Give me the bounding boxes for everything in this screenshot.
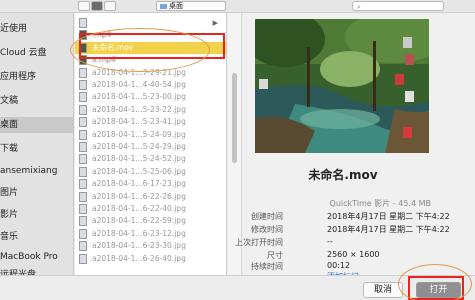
file-row[interactable]: a2018-04-1...6-22-59.jpg [75, 215, 226, 227]
sidebar-item[interactable]: 音乐 [0, 229, 73, 245]
scrollbar[interactable] [228, 13, 242, 275]
preview-kind-size: QuickTime 影片 - 45.4 MB [329, 199, 431, 208]
file-row[interactable]: a2018-04-1...5-23-00.jpg [75, 91, 226, 103]
info-label: 修改时间 [251, 225, 283, 234]
open-annotation-ring [398, 264, 472, 300]
sidebar-item[interactable]: 桌面 [0, 117, 73, 133]
image-file-icon [79, 104, 87, 115]
file-name: a2018-04-1...5-24-52.jpg [92, 154, 186, 164]
video-thumbnail [255, 19, 429, 153]
gallery-view-button[interactable] [104, 1, 116, 11]
image-file-icon [79, 92, 87, 103]
file-row[interactable]: a2018-04-1...5-24-52.jpg [75, 153, 226, 165]
file-row[interactable]: a2018-04-1...5-25-06.jpg [75, 166, 226, 178]
file-name: a2018-04-1...6-23-12.jpg [92, 228, 186, 238]
sidebar-item[interactable]: Cloud 云盘 [0, 45, 73, 61]
image-file-icon [79, 253, 87, 264]
info-label: 尺寸 [267, 251, 283, 260]
image-file-icon [79, 179, 87, 190]
annotation-ring [70, 28, 210, 72]
file-row[interactable]: a2018-04-1...5-24-29.jpg [75, 141, 226, 153]
file-name: a2018-04-1...5-23-41.jpg [92, 117, 186, 127]
file-row[interactable]: a2018-04-1...6-23-12.jpg [75, 228, 226, 240]
file-row[interactable]: a2018-04-1...5-24-09.jpg [75, 129, 226, 141]
file-row[interactable]: a2018-04-1...6-23-30.jpg [75, 240, 226, 252]
file-name: a2018-04-1...6-23-30.jpg [92, 241, 186, 251]
cancel-button[interactable]: 取消 [363, 282, 403, 298]
file-row[interactable]: a2018-04-1...5-23-22.jpg [75, 104, 226, 116]
search-icon: ⌕ [357, 3, 361, 11]
file-name: a2018-04-1...6-22-40.jpg [92, 204, 186, 213]
file-name: a2018-04-1...6-22-26.jpg [92, 191, 186, 201]
image-file-icon [79, 166, 87, 177]
sidebar-item[interactable]: 下载 [0, 141, 73, 157]
sidebar-item[interactable]: 应用程序 [0, 69, 73, 85]
sidebar: 近使用 Cloud 云盘 应用程序文稿桌面下载 ansemixiang 图片影片音乐 Ma… [0, 13, 74, 275]
folder-icon [160, 4, 167, 9]
image-file-icon [79, 67, 87, 78]
info-value: 00:12 [327, 261, 351, 270]
image-file-icon [79, 129, 87, 140]
sidebar-item[interactable]: ansemixiang [0, 163, 73, 179]
file-row[interactable]: a2018-04-1...4-40-54.jpg [75, 79, 226, 91]
file-name: a2018-04-1...5-23-22.jpg [92, 104, 186, 114]
info-value: 2018年4月17日 星期二 下午4:22 [327, 212, 450, 221]
file-row[interactable]: a2018-04-1...6-22-26.jpg [75, 191, 226, 203]
info-value: 2018年4月17日 星期二 下午4:22 [327, 225, 450, 234]
toolbar: 桌面 ⌕ [0, 0, 475, 13]
sidebar-item[interactable]: 远程光盘 [0, 267, 73, 275]
file-name: a2018-04-1...5-23-00.jpg [92, 92, 186, 102]
preview-pane: 未命名.mov QuickTime 影片 - 45.4 MB 创建时间 2018年… [235, 13, 475, 281]
preview-filename: 未命名.mov [308, 168, 378, 182]
image-file-icon [79, 154, 87, 165]
image-file-icon [79, 241, 87, 252]
info-label: 上次打开时间 [235, 238, 283, 247]
sidebar-item[interactable]: 近使用 [0, 21, 73, 37]
image-file-icon [79, 80, 87, 90]
file-row[interactable]: a2018-04-1...5-23-41.jpg [75, 116, 226, 128]
file-row[interactable]: a2018-04-1...6-17-23.jpg [75, 178, 226, 190]
file-name: a2018-04-1...6-17-23.jpg [92, 179, 186, 189]
file-name: a2018-04-1...6-26-40.jpg [92, 253, 186, 263]
info-value: -- [327, 237, 333, 246]
file-name: a2018-04-1...4-40-54.jpg [92, 80, 186, 89]
info-value: 2560 × 1600 [327, 250, 380, 259]
image-file-icon [79, 216, 87, 227]
sidebar-item[interactable]: MacBook Pro [0, 249, 73, 265]
scroll-thumb[interactable] [232, 73, 237, 163]
list-view-button[interactable] [78, 1, 90, 11]
image-file-icon [79, 191, 87, 202]
info-label: 创建时间 [251, 212, 283, 221]
sidebar-item[interactable]: 文稿 [0, 93, 73, 109]
search-field[interactable]: ⌕ [352, 1, 444, 11]
file-name: a2018-04-1...5-24-29.jpg [92, 142, 186, 151]
file-name: a2018-04-1...5-24-09.jpg [92, 129, 186, 139]
image-file-icon [79, 204, 87, 214]
image-file-icon [79, 117, 87, 128]
column-view-button[interactable] [91, 1, 103, 11]
chevron-right-icon: ▶ [212, 19, 218, 27]
info-label: 持续时间 [251, 262, 283, 271]
location-label: 桌面 [169, 2, 183, 10]
file-row[interactable]: a2018-04-1...6-26-40.jpg [75, 253, 226, 265]
sidebar-item[interactable]: 图片 [0, 185, 73, 201]
image-file-icon [79, 228, 87, 239]
file-name: a2018-04-1...5-25-06.jpg [92, 166, 186, 176]
file-row[interactable]: ▶ [75, 17, 226, 29]
sidebar-item[interactable]: 影片 [0, 207, 73, 223]
file-row[interactable]: a2018-04-1...6-22-40.jpg [75, 203, 226, 215]
file-name: a2018-04-1...6-22-59.jpg [92, 216, 186, 226]
location-popup[interactable]: 桌面 [156, 1, 226, 11]
folder-icon [79, 18, 87, 28]
image-file-icon [79, 142, 87, 152]
